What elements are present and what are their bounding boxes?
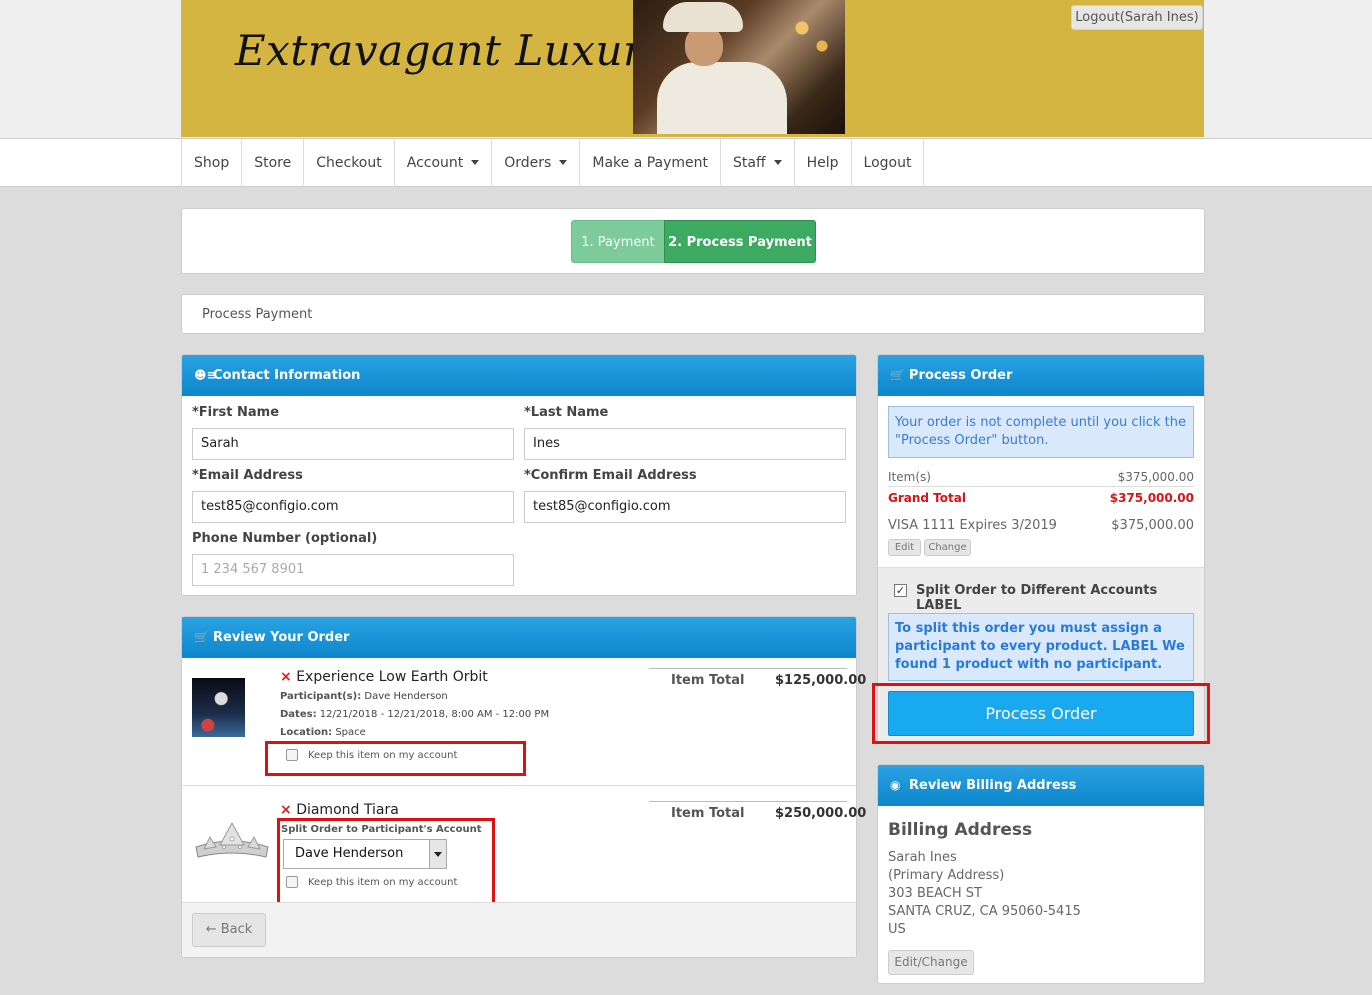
billing-country: US [888,922,906,937]
remove-item-icon[interactable]: × [280,669,292,685]
nav-logout[interactable]: Logout [852,139,925,187]
split-order-info: To split this order you must assign a pa… [888,613,1194,681]
grand-total-value: $375,000.00 [1109,491,1194,505]
nav-staff[interactable]: Staff [721,139,795,187]
process-order-header: 🛒 Process Order [878,355,1204,396]
item-total-value: $125,000.00 [775,673,867,688]
keep-item-label: Keep this item on my account [308,750,458,761]
split-participant-label: Split Order to Participant's Account [281,824,482,835]
caret-down-icon [471,160,480,165]
logout-user-button[interactable]: Logout(Sarah Ines) [1071,5,1203,30]
item-total-value: $250,000.00 [775,806,867,821]
nav-menu: Shop Store Checkout Account Orders Make … [181,139,925,187]
divider-line [888,486,1194,487]
site-banner: Extravagant Luxuries [181,0,1204,137]
caret-down-icon [773,160,782,165]
checkout-steps: 1. Payment 2. Process Payment [181,208,1205,274]
keep-item-checkbox[interactable] [286,876,298,888]
cart-icon: 🛒 [194,630,209,644]
contact-card-icon: ☻≡ [194,368,217,382]
nav-orders[interactable]: Orders [492,139,581,187]
location-info: Location: Space [280,727,366,738]
process-order-panel: 🛒 Process Order Your order is not comple… [872,354,1210,744]
remove-item-icon[interactable]: × [280,802,292,818]
process-order-button[interactable]: Process Order [888,691,1194,736]
step-process-payment[interactable]: 2. Process Payment [664,220,816,263]
nav-make-a-payment[interactable]: Make a Payment [580,139,722,187]
phone-field[interactable]: 1 234 567 8901 [192,554,514,586]
item-divider [182,785,856,786]
first-name-label: *First Name [192,405,280,420]
email-field[interactable]: test85@configio.com [192,491,514,523]
nav-account[interactable]: Account [395,139,493,187]
divider-line [649,801,847,802]
card-value: $375,000.00 [1111,518,1194,533]
product-image-orbit [192,678,245,737]
contact-panel-header: ☻≡ Contact Information [182,355,856,396]
divider-line [649,668,847,669]
last-name-field[interactable]: Ines [524,428,846,460]
caret-down-icon [559,160,568,165]
nav-shop[interactable]: Shop [182,139,243,187]
dates-info: Dates: 12/21/2018 - 12/21/2018, 8:00 AM … [280,709,550,720]
breadcrumb-label: Process Payment [202,307,313,322]
breadcrumb: Process Payment [181,294,1205,334]
review-panel-header: 🛒 Review Your Order [182,617,856,658]
map-marker-icon: ◉ [890,778,901,792]
billing-address-panel: ◉ Review Billing Address Billing Address… [877,764,1205,984]
participant-select[interactable]: Dave Henderson [283,839,447,869]
edit-billing-button[interactable]: Edit/Change [888,950,974,975]
confirm-email-label: *Confirm Email Address [524,468,697,483]
order-incomplete-notice: Your order is not complete until you cli… [888,406,1194,458]
product-image-tiara [192,817,272,867]
billing-name: Sarah Ines [888,850,957,865]
first-name-field[interactable]: Sarah [192,428,514,460]
email-label: *Email Address [192,468,303,483]
item-total-label: Item Total [671,806,745,821]
step-payment[interactable]: 1. Payment [571,220,665,263]
split-order-label: Split Order to Different Accounts LABEL [916,583,1158,613]
split-order-section: ✓ Split Order to Different Accounts LABE… [872,567,1210,744]
chevron-down-icon [429,840,446,868]
arrow-left-icon: ← [205,922,217,937]
card-label: VISA 1111 Expires 3/2019 [888,518,1057,533]
banner-photo [633,0,845,134]
confirm-email-field[interactable]: test85@configio.com [524,491,846,523]
split-order-checkbox[interactable]: ✓ [894,584,907,597]
nav-checkout[interactable]: Checkout [304,139,395,187]
items-value: $375,000.00 [1117,470,1194,484]
edit-card-button[interactable]: Edit [888,539,921,556]
keep-item-checkbox[interactable] [286,749,298,761]
review-order-panel: 🛒 Review Your Order × Experience Low Ear… [181,616,866,958]
item-total-label: Item Total [671,673,745,688]
phone-label: Phone Number (optional) [192,531,378,546]
product-name: × Experience Low Earth Orbit [280,669,488,685]
main-navbar: Shop Store Checkout Account Orders Make … [0,138,1372,187]
contact-information-panel: ☻≡ Contact Information *First Name Sarah… [181,354,857,596]
billing-panel-header: ◉ Review Billing Address [878,765,1204,806]
participants-info: Participant(s): Dave Henderson [280,691,448,702]
back-button[interactable]: ← Back [192,913,266,947]
last-name-label: *Last Name [524,405,609,420]
billing-title: Billing Address [888,820,1033,840]
billing-city: SANTA CRUZ, CA 95060-5415 [888,904,1081,919]
keep-item-label: Keep this item on my account [308,877,458,888]
cart-icon: 🛒 [890,368,905,382]
change-card-button[interactable]: Change [924,539,971,556]
billing-primary: (Primary Address) [888,868,1005,883]
grand-total-label: Grand Total [888,491,966,505]
review-footer: ← Back [182,902,856,957]
items-label: Item(s) [888,470,931,484]
nav-help[interactable]: Help [795,139,852,187]
nav-store[interactable]: Store [242,139,305,187]
billing-street: 303 BEACH ST [888,886,982,901]
product-name: × Diamond Tiara [280,802,399,818]
